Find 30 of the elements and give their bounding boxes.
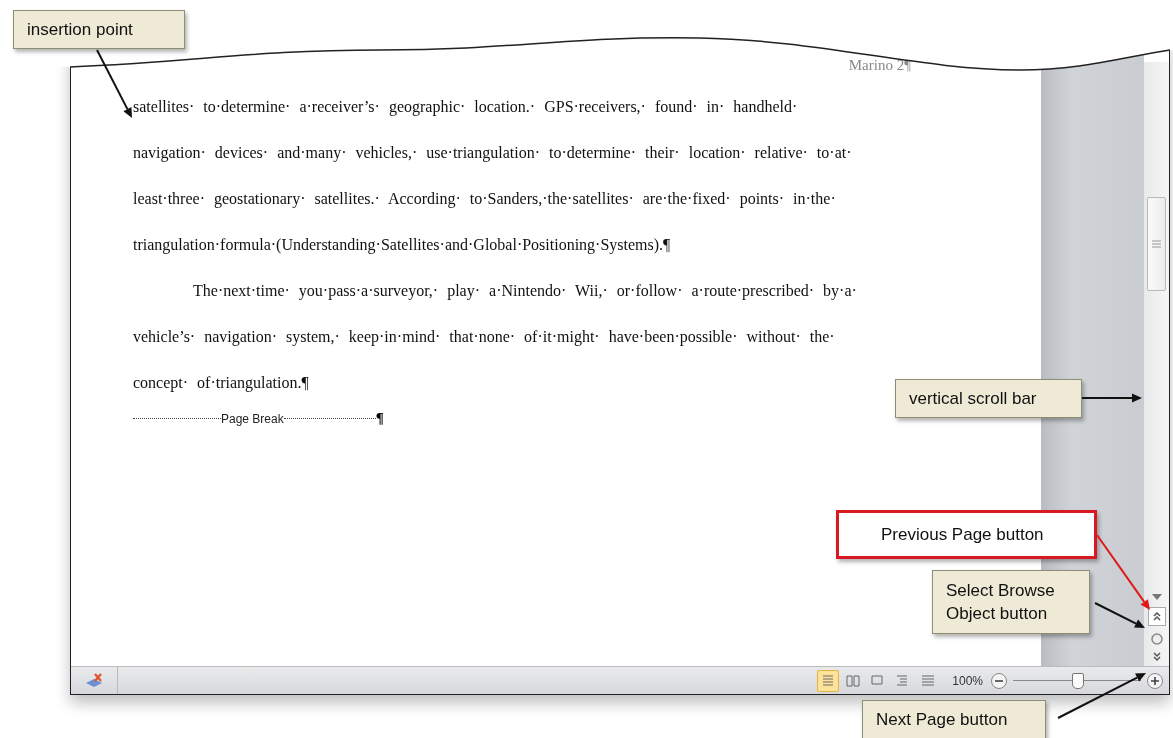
double-up-arrow-icon <box>1152 611 1161 622</box>
text-line: satellites· to·determine· a·receiver’s· geographic· location.· GPS·receivers,· found· in· handheld· <box>133 98 798 116</box>
text-line: concept· of·triangulation.¶ <box>133 374 309 392</box>
text-line: least·three· geostationary· satellites.· According· to·Sanders,·the·satellites· are·the·fixed· points· in·the· <box>133 190 836 208</box>
scroll-down-icon[interactable] <box>1150 593 1163 601</box>
callout-arrow <box>96 49 132 118</box>
page-break-label: Page Break <box>221 411 284 426</box>
grip-icon <box>1152 240 1161 248</box>
callout-label: Select Browse Object button <box>932 570 1090 634</box>
zoom-slider-thumb[interactable] <box>1072 672 1084 689</box>
callout-arrow <box>1081 393 1142 403</box>
paragraph-mark: ¶ <box>375 410 384 427</box>
previous-page-button[interactable] <box>1147 607 1166 626</box>
callout-label: insertion point <box>13 10 185 49</box>
zoom-in-icon[interactable] <box>1146 671 1164 690</box>
scroll-thumb[interactable] <box>1147 197 1166 291</box>
zoom-out-icon[interactable] <box>990 671 1008 690</box>
zoom-level[interactable]: 100% <box>952 673 983 688</box>
callout-label: Previous Page button <box>836 510 1097 559</box>
browse-object-icon[interactable] <box>1149 632 1164 646</box>
text-line: triangulation·formula·(Understanding·Satellites·and·Global·Positioning·Systems).¶ <box>133 236 671 254</box>
proofing-icon[interactable] <box>84 671 104 690</box>
text-line: navigation· devices· and·many· vehicles,· use·triangulation· to·determine· their· location· relative· to·at· <box>133 144 852 162</box>
text-line: The·next·time· you·pass·a·surveyor,· play· a·Nintendo· Wii,· or·follow· a·route·prescribed· by·a· <box>192 282 857 300</box>
next-page-icon[interactable] <box>1152 652 1161 662</box>
callout-label: vertical scroll bar <box>895 379 1082 418</box>
text-line: vehicle’s· navigation· system,· keep·in·mind· that·none· of·it·might· have·been·possible· without· the· <box>133 328 835 346</box>
vertical-scroll-bar[interactable] <box>1144 62 1169 666</box>
callout-label: Next Page button <box>862 700 1046 738</box>
view-button[interactable] <box>817 669 840 692</box>
